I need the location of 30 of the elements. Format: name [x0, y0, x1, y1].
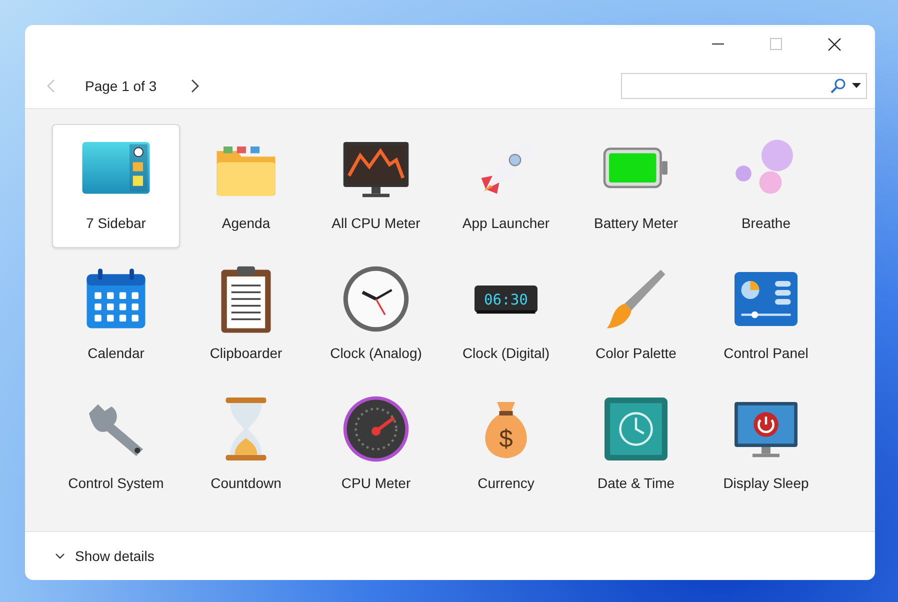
gadget-tile[interactable]: Calendar	[52, 254, 180, 378]
gadget-tile[interactable]: App Launcher	[442, 124, 570, 248]
money-bag-icon	[485, 402, 527, 458]
gadget-tile[interactable]: Battery Meter	[572, 124, 700, 248]
page-indicator: Page 1 of 3	[85, 78, 157, 94]
gadget-tile[interactable]: 7 Sidebar	[52, 124, 180, 248]
clock-digits: 06:30	[484, 292, 528, 309]
digital-clock-icon	[474, 286, 538, 314]
gadget-tile[interactable]: Display Sleep	[702, 384, 830, 508]
search-field[interactable]	[621, 72, 867, 98]
gadget-tile[interactable]: Countdown	[182, 384, 310, 508]
dollar-sign: $	[499, 426, 513, 453]
gadget-tile[interactable]: Breathe	[702, 124, 830, 248]
chevron-icon	[55, 553, 65, 559]
gadget-tile[interactable]: Control System	[52, 384, 180, 508]
show-details-button[interactable]: Show details	[55, 548, 154, 564]
gadget-tile[interactable]: Clock (Analog)	[312, 254, 440, 378]
search-icon	[830, 78, 846, 94]
dropdown-caret-icon	[852, 83, 861, 88]
gadget-tile[interactable]: Clipboarder	[182, 254, 310, 378]
gadget-tile[interactable]: Date & Time	[572, 384, 700, 508]
gadget-tile[interactable]: $ Currency	[442, 384, 570, 508]
gadget-tile[interactable]: Control Panel	[702, 254, 830, 378]
close-icon	[828, 38, 840, 50]
maximize-icon	[770, 38, 782, 50]
gadget-tile[interactable]: CPU Meter	[312, 384, 440, 508]
gadget-tile[interactable]: All CPU Meter	[312, 124, 440, 248]
gadget-tile[interactable]: Agenda	[182, 124, 310, 248]
gadget-tile[interactable]: 06:30 Clock (Digital)	[442, 254, 570, 378]
gadget-tile[interactable]: Color Palette	[572, 254, 700, 378]
